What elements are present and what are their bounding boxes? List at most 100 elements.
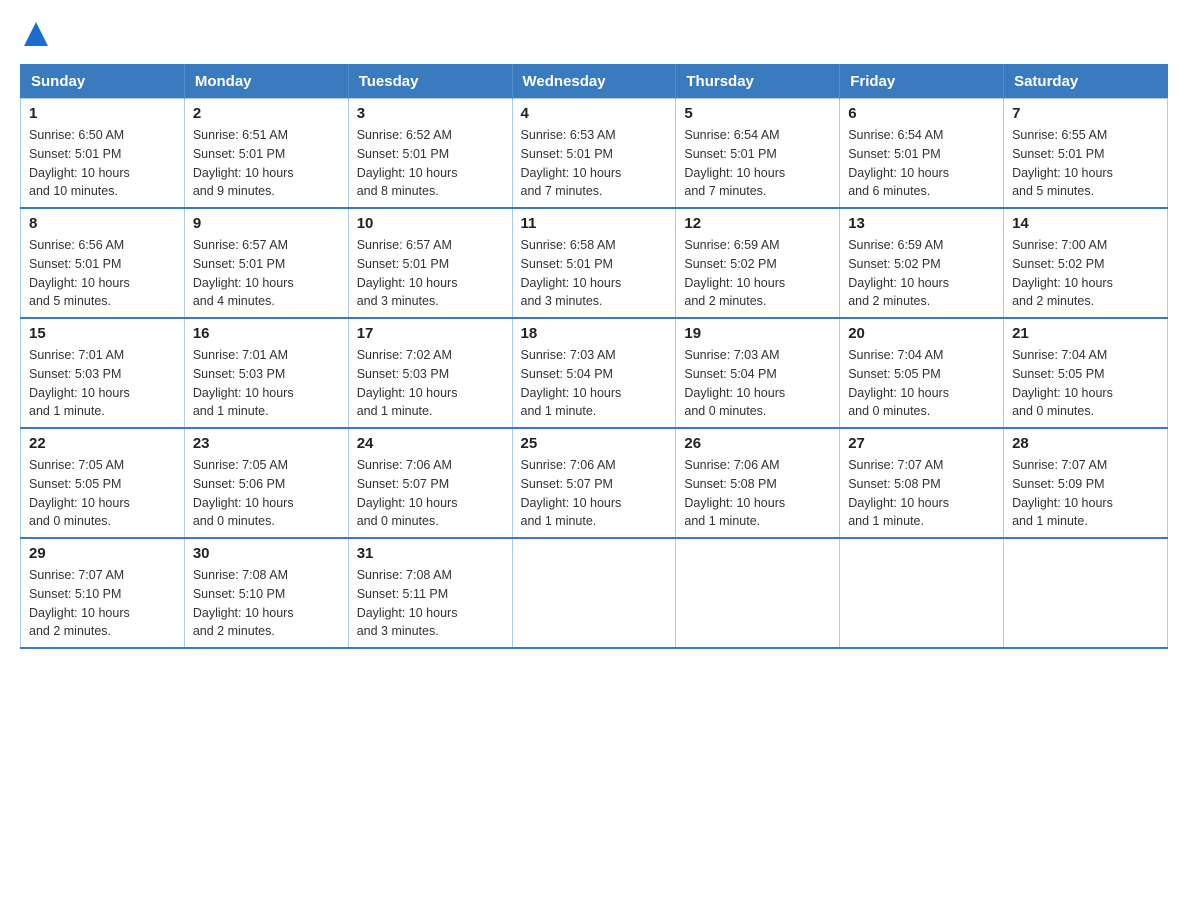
calendar-cell: 29 Sunrise: 7:07 AM Sunset: 5:10 PM Dayl… bbox=[21, 538, 185, 648]
calendar-cell: 19 Sunrise: 7:03 AM Sunset: 5:04 PM Dayl… bbox=[676, 318, 840, 428]
calendar-cell: 18 Sunrise: 7:03 AM Sunset: 5:04 PM Dayl… bbox=[512, 318, 676, 428]
calendar-cell: 26 Sunrise: 7:06 AM Sunset: 5:08 PM Dayl… bbox=[676, 428, 840, 538]
day-info: Sunrise: 6:52 AM Sunset: 5:01 PM Dayligh… bbox=[357, 126, 504, 201]
day-number: 2 bbox=[193, 105, 340, 122]
calendar-cell: 12 Sunrise: 6:59 AM Sunset: 5:02 PM Dayl… bbox=[676, 208, 840, 318]
day-number: 21 bbox=[1012, 325, 1159, 342]
weekday-header-monday: Monday bbox=[184, 65, 348, 99]
day-info: Sunrise: 6:57 AM Sunset: 5:01 PM Dayligh… bbox=[193, 236, 340, 311]
day-number: 9 bbox=[193, 215, 340, 232]
day-number: 31 bbox=[357, 545, 504, 562]
logo-text bbox=[20, 20, 50, 54]
logo bbox=[20, 20, 50, 54]
calendar-cell: 6 Sunrise: 6:54 AM Sunset: 5:01 PM Dayli… bbox=[840, 99, 1004, 209]
calendar-cell: 30 Sunrise: 7:08 AM Sunset: 5:10 PM Dayl… bbox=[184, 538, 348, 648]
calendar-week-row: 1 Sunrise: 6:50 AM Sunset: 5:01 PM Dayli… bbox=[21, 99, 1168, 209]
day-info: Sunrise: 7:08 AM Sunset: 5:11 PM Dayligh… bbox=[357, 566, 504, 641]
day-info: Sunrise: 6:54 AM Sunset: 5:01 PM Dayligh… bbox=[848, 126, 995, 201]
day-number: 22 bbox=[29, 435, 176, 452]
day-info: Sunrise: 7:01 AM Sunset: 5:03 PM Dayligh… bbox=[29, 346, 176, 421]
calendar-cell: 13 Sunrise: 6:59 AM Sunset: 5:02 PM Dayl… bbox=[840, 208, 1004, 318]
day-info: Sunrise: 7:04 AM Sunset: 5:05 PM Dayligh… bbox=[848, 346, 995, 421]
day-info: Sunrise: 6:54 AM Sunset: 5:01 PM Dayligh… bbox=[684, 126, 831, 201]
day-number: 25 bbox=[521, 435, 668, 452]
day-info: Sunrise: 7:01 AM Sunset: 5:03 PM Dayligh… bbox=[193, 346, 340, 421]
weekday-header-thursday: Thursday bbox=[676, 65, 840, 99]
day-number: 19 bbox=[684, 325, 831, 342]
calendar-cell: 8 Sunrise: 6:56 AM Sunset: 5:01 PM Dayli… bbox=[21, 208, 185, 318]
day-number: 8 bbox=[29, 215, 176, 232]
logo-icon bbox=[22, 20, 50, 48]
weekday-header-tuesday: Tuesday bbox=[348, 65, 512, 99]
day-number: 13 bbox=[848, 215, 995, 232]
calendar-cell: 17 Sunrise: 7:02 AM Sunset: 5:03 PM Dayl… bbox=[348, 318, 512, 428]
day-number: 15 bbox=[29, 325, 176, 342]
day-info: Sunrise: 7:06 AM Sunset: 5:08 PM Dayligh… bbox=[684, 456, 831, 531]
calendar-cell: 16 Sunrise: 7:01 AM Sunset: 5:03 PM Dayl… bbox=[184, 318, 348, 428]
day-info: Sunrise: 6:59 AM Sunset: 5:02 PM Dayligh… bbox=[848, 236, 995, 311]
weekday-header-saturday: Saturday bbox=[1004, 65, 1168, 99]
weekday-header-wednesday: Wednesday bbox=[512, 65, 676, 99]
day-number: 5 bbox=[684, 105, 831, 122]
day-info: Sunrise: 7:04 AM Sunset: 5:05 PM Dayligh… bbox=[1012, 346, 1159, 421]
calendar-cell: 24 Sunrise: 7:06 AM Sunset: 5:07 PM Dayl… bbox=[348, 428, 512, 538]
day-info: Sunrise: 6:57 AM Sunset: 5:01 PM Dayligh… bbox=[357, 236, 504, 311]
calendar-cell: 7 Sunrise: 6:55 AM Sunset: 5:01 PM Dayli… bbox=[1004, 99, 1168, 209]
day-number: 10 bbox=[357, 215, 504, 232]
day-info: Sunrise: 7:08 AM Sunset: 5:10 PM Dayligh… bbox=[193, 566, 340, 641]
calendar-table: SundayMondayTuesdayWednesdayThursdayFrid… bbox=[20, 64, 1168, 649]
calendar-cell: 11 Sunrise: 6:58 AM Sunset: 5:01 PM Dayl… bbox=[512, 208, 676, 318]
day-info: Sunrise: 6:56 AM Sunset: 5:01 PM Dayligh… bbox=[29, 236, 176, 311]
day-number: 1 bbox=[29, 105, 176, 122]
day-number: 17 bbox=[357, 325, 504, 342]
day-number: 6 bbox=[848, 105, 995, 122]
day-number: 23 bbox=[193, 435, 340, 452]
day-info: Sunrise: 7:05 AM Sunset: 5:05 PM Dayligh… bbox=[29, 456, 176, 531]
calendar-cell: 2 Sunrise: 6:51 AM Sunset: 5:01 PM Dayli… bbox=[184, 99, 348, 209]
day-number: 4 bbox=[521, 105, 668, 122]
day-info: Sunrise: 7:06 AM Sunset: 5:07 PM Dayligh… bbox=[357, 456, 504, 531]
day-info: Sunrise: 6:50 AM Sunset: 5:01 PM Dayligh… bbox=[29, 126, 176, 201]
calendar-cell: 23 Sunrise: 7:05 AM Sunset: 5:06 PM Dayl… bbox=[184, 428, 348, 538]
day-number: 27 bbox=[848, 435, 995, 452]
weekday-header-sunday: Sunday bbox=[21, 65, 185, 99]
calendar-cell bbox=[840, 538, 1004, 648]
day-number: 14 bbox=[1012, 215, 1159, 232]
calendar-cell: 5 Sunrise: 6:54 AM Sunset: 5:01 PM Dayli… bbox=[676, 99, 840, 209]
calendar-cell: 1 Sunrise: 6:50 AM Sunset: 5:01 PM Dayli… bbox=[21, 99, 185, 209]
day-number: 26 bbox=[684, 435, 831, 452]
calendar-cell: 14 Sunrise: 7:00 AM Sunset: 5:02 PM Dayl… bbox=[1004, 208, 1168, 318]
day-number: 29 bbox=[29, 545, 176, 562]
day-info: Sunrise: 7:02 AM Sunset: 5:03 PM Dayligh… bbox=[357, 346, 504, 421]
day-info: Sunrise: 7:06 AM Sunset: 5:07 PM Dayligh… bbox=[521, 456, 668, 531]
calendar-week-row: 15 Sunrise: 7:01 AM Sunset: 5:03 PM Dayl… bbox=[21, 318, 1168, 428]
day-info: Sunrise: 6:55 AM Sunset: 5:01 PM Dayligh… bbox=[1012, 126, 1159, 201]
calendar-header-row: SundayMondayTuesdayWednesdayThursdayFrid… bbox=[21, 65, 1168, 99]
calendar-cell: 25 Sunrise: 7:06 AM Sunset: 5:07 PM Dayl… bbox=[512, 428, 676, 538]
day-info: Sunrise: 7:03 AM Sunset: 5:04 PM Dayligh… bbox=[684, 346, 831, 421]
day-info: Sunrise: 7:05 AM Sunset: 5:06 PM Dayligh… bbox=[193, 456, 340, 531]
calendar-week-row: 8 Sunrise: 6:56 AM Sunset: 5:01 PM Dayli… bbox=[21, 208, 1168, 318]
day-number: 28 bbox=[1012, 435, 1159, 452]
day-info: Sunrise: 7:07 AM Sunset: 5:09 PM Dayligh… bbox=[1012, 456, 1159, 531]
day-number: 12 bbox=[684, 215, 831, 232]
calendar-cell: 27 Sunrise: 7:07 AM Sunset: 5:08 PM Dayl… bbox=[840, 428, 1004, 538]
calendar-week-row: 22 Sunrise: 7:05 AM Sunset: 5:05 PM Dayl… bbox=[21, 428, 1168, 538]
calendar-cell: 31 Sunrise: 7:08 AM Sunset: 5:11 PM Dayl… bbox=[348, 538, 512, 648]
calendar-cell bbox=[676, 538, 840, 648]
calendar-cell: 15 Sunrise: 7:01 AM Sunset: 5:03 PM Dayl… bbox=[21, 318, 185, 428]
calendar-cell bbox=[512, 538, 676, 648]
day-info: Sunrise: 6:53 AM Sunset: 5:01 PM Dayligh… bbox=[521, 126, 668, 201]
calendar-cell: 3 Sunrise: 6:52 AM Sunset: 5:01 PM Dayli… bbox=[348, 99, 512, 209]
day-number: 7 bbox=[1012, 105, 1159, 122]
calendar-cell: 4 Sunrise: 6:53 AM Sunset: 5:01 PM Dayli… bbox=[512, 99, 676, 209]
day-info: Sunrise: 7:03 AM Sunset: 5:04 PM Dayligh… bbox=[521, 346, 668, 421]
day-number: 3 bbox=[357, 105, 504, 122]
day-number: 30 bbox=[193, 545, 340, 562]
calendar-cell: 20 Sunrise: 7:04 AM Sunset: 5:05 PM Dayl… bbox=[840, 318, 1004, 428]
day-number: 16 bbox=[193, 325, 340, 342]
day-info: Sunrise: 7:07 AM Sunset: 5:10 PM Dayligh… bbox=[29, 566, 176, 641]
page-header bbox=[20, 20, 1168, 54]
day-info: Sunrise: 7:07 AM Sunset: 5:08 PM Dayligh… bbox=[848, 456, 995, 531]
calendar-cell: 21 Sunrise: 7:04 AM Sunset: 5:05 PM Dayl… bbox=[1004, 318, 1168, 428]
